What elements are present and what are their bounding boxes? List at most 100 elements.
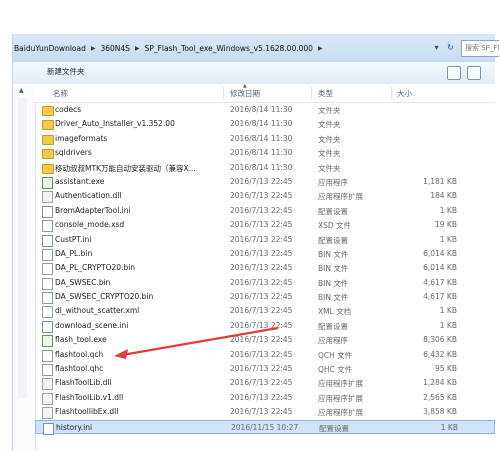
scroll-up-icon[interactable]: ▲ (19, 87, 24, 94)
file-name[interactable]: dl_without_scatter.xml (55, 306, 139, 315)
file-size: 1 KB (440, 422, 458, 432)
file-size: 1 KB (439, 205, 457, 215)
file-row[interactable]: flash_tool.exe 2016/7/13 22:45 应用程序 8,306 K… (35, 333, 495, 348)
file-date: 2016/7/13 22:45 (230, 320, 293, 330)
file-name[interactable]: Driver_Auto_Installer_v1.352.00 (55, 119, 175, 128)
file-size: 1 KB (439, 320, 457, 330)
file-name[interactable]: BromAdapterTool.ini (55, 206, 131, 215)
file-row[interactable]: DA_PL_CRYPTO20.bin 2016/7/13 22:45 BIN 文件 6… (35, 261, 495, 276)
file-name[interactable]: CustPT.ini (55, 235, 91, 244)
chevron-right-icon[interactable]: ▶ (87, 45, 100, 52)
exe-icon (42, 176, 53, 189)
file-name[interactable]: DA_SWSEC_CRYPTO20.bin (55, 292, 153, 301)
file-row[interactable]: FlashToolLib.v1.dll 2016/7/13 22:45 应用程序扩展… (35, 391, 495, 405)
file-size: 4,617 KB (423, 292, 457, 302)
file-row[interactable]: flashtool.qch 2016/7/13 22:45 QCH 文件 6,432 … (35, 348, 495, 362)
file-name[interactable]: sqldrivers (55, 148, 92, 157)
file-type: 文件夹 (318, 163, 341, 173)
chevron-right-icon[interactable]: ▶ (131, 45, 144, 52)
file-row[interactable]: DA_PL.bin 2016/7/13 22:45 BIN 文件 6,014 KB (35, 247, 495, 261)
dll-icon (42, 407, 53, 420)
view-options-icon[interactable] (447, 66, 461, 80)
file-row[interactable]: flashtool.qhc 2016/7/13 22:45 QHC 文件 95 KB (35, 362, 495, 377)
file-type: BIN 文件 (318, 293, 349, 303)
preview-pane-icon[interactable] (467, 66, 481, 80)
file-type: 配置设置 (318, 235, 348, 245)
file-date: 2016/7/13 22:45 (230, 205, 293, 215)
file-type: 应用程序 (318, 336, 348, 346)
file-icon (42, 248, 53, 261)
file-type: 文件夹 (318, 149, 341, 159)
ini-icon (43, 422, 54, 435)
file-row[interactable]: download_scene.ini 2016/7/13 22:45 配置设置 1 K… (35, 319, 495, 333)
file-size: 1,181 KB (423, 176, 457, 186)
navigation-scrollbar[interactable] (18, 98, 27, 398)
file-row[interactable]: history.ini 2016/11/15 10:27 配置设置 1 KB (35, 419, 495, 435)
file-row[interactable]: FlashtoollibEx.dll 2016/7/13 22:45 应用程序扩展 3… (35, 405, 495, 420)
file-date: 2016/7/13 22:45 (230, 407, 293, 417)
column-size[interactable]: 大小 (397, 88, 412, 99)
file-name[interactable]: flashtool.qch (55, 350, 103, 359)
file-date: 2016/8/14 11:30 (230, 119, 293, 129)
file-type: 应用程序扩展 (318, 393, 363, 403)
file-row[interactable]: dl_without_scatter.xml 2016/7/13 22:45 XML… (35, 304, 495, 319)
file-name[interactable]: Authentication.dll (55, 191, 121, 200)
file-row[interactable]: imageformats 2016/8/14 11:30 文件夹 (35, 132, 495, 146)
file-name[interactable]: FlashToolLib.dll (55, 378, 112, 387)
column-divider[interactable] (223, 86, 224, 100)
new-folder-button[interactable]: 新建文件夹 (47, 66, 85, 77)
column-divider[interactable] (391, 86, 392, 100)
address-bar[interactable]: BaiduYunDownload ▶ 360N4S ▶ SP_Flash_Too… (13, 34, 499, 63)
file-type: XSD 文件 (318, 221, 352, 231)
dll-icon (42, 392, 53, 405)
file-type: QCH 文件 (318, 350, 353, 360)
folder-icon (42, 134, 54, 145)
file-row[interactable]: Authentication.dll 2016/7/13 22:45 应用程序扩展 1… (35, 189, 495, 204)
file-name[interactable]: flash_tool.exe (55, 335, 107, 344)
file-row[interactable]: console_mode.xsd 2016/7/13 22:45 XSD 文件 19 … (35, 218, 495, 233)
column-divider[interactable] (311, 86, 312, 100)
file-size: 2,565 KB (423, 392, 457, 402)
file-row[interactable]: DA_SWSEC_CRYPTO20.bin 2016/7/13 22:45 BIN … (35, 290, 495, 305)
file-name[interactable]: console_mode.xsd (55, 220, 124, 229)
file-date: 2016/7/13 22:45 (230, 392, 293, 402)
file-size: 19 KB (435, 220, 457, 230)
breadcrumb-item[interactable]: SP_Flash_Tool_exe_Windows_v5.1628.00.000 (144, 44, 314, 53)
file-name[interactable]: history.ini (56, 423, 92, 432)
file-name[interactable]: DA_PL.bin (55, 249, 92, 258)
column-type[interactable]: 类型 (318, 88, 333, 99)
file-row[interactable]: DA_SWSEC.bin 2016/7/13 22:45 BIN 文件 4,617 K… (35, 276, 495, 290)
file-size: 3,858 KB (423, 407, 457, 417)
file-name[interactable]: imageformats (55, 134, 107, 143)
refresh-icon[interactable]: ↻ (445, 41, 456, 54)
file-name[interactable]: DA_SWSEC.bin (55, 278, 110, 287)
file-size: 6,432 KB (423, 349, 457, 359)
explorer-window: BaiduYunDownload ▶ 360N4S ▶ SP_Flash_Too… (12, 34, 499, 451)
file-row[interactable]: assistant.exe 2016/7/13 22:45 应用程序 1,181 KB (35, 175, 495, 189)
file-name[interactable]: DA_PL_CRYPTO20.bin (55, 263, 135, 272)
file-row[interactable]: 移动叔叔MTK万能自动安装驱动（兼容X... 2016/8/14 11:30 文件夹 (35, 161, 495, 175)
breadcrumb-item[interactable]: BaiduYunDownload (13, 44, 87, 53)
file-name[interactable]: flashtool.qhc (55, 364, 103, 373)
file-row[interactable]: FlashToolLib.dll 2016/7/13 22:45 应用程序扩展 1,2… (35, 376, 495, 391)
search-input[interactable]: 搜索 SP_Fl... (461, 40, 499, 57)
file-type: 配置设置 (318, 206, 348, 216)
breadcrumb-item[interactable]: 360N4S (99, 44, 130, 53)
file-name[interactable]: download_scene.ini (55, 321, 128, 330)
column-name[interactable]: 名称 (53, 88, 68, 99)
file-name[interactable]: FlashToolLib.v1.dll (55, 393, 123, 402)
chevron-right-icon[interactable]: ▶ (314, 45, 327, 52)
file-name[interactable]: FlashtoollibEx.dll (55, 407, 118, 416)
file-date: 2016/8/14 11:30 (230, 162, 293, 172)
file-name[interactable]: 移动叔叔MTK万能自动安装驱动（兼容X... (55, 163, 196, 174)
file-row[interactable]: Driver_Auto_Installer_v1.352.00 2016/8/14… (35, 117, 495, 131)
dropdown-arrow-icon[interactable]: ▾ (431, 41, 442, 54)
file-row[interactable]: BromAdapterTool.ini 2016/7/13 22:45 配置设置 1 … (35, 204, 495, 218)
file-name[interactable]: codecs (55, 105, 81, 114)
file-row[interactable]: codecs 2016/8/14 11:30 文件夹 (35, 103, 495, 117)
column-date[interactable]: 修改日期 (230, 88, 260, 99)
file-row[interactable]: CustPT.ini 2016/7/13 22:45 配置设置 1 KB (35, 233, 495, 247)
file-row[interactable]: sqldrivers 2016/8/14 11:30 文件夹 (35, 146, 495, 160)
file-size: 95 KB (435, 364, 457, 374)
file-name[interactable]: assistant.exe (55, 177, 104, 186)
